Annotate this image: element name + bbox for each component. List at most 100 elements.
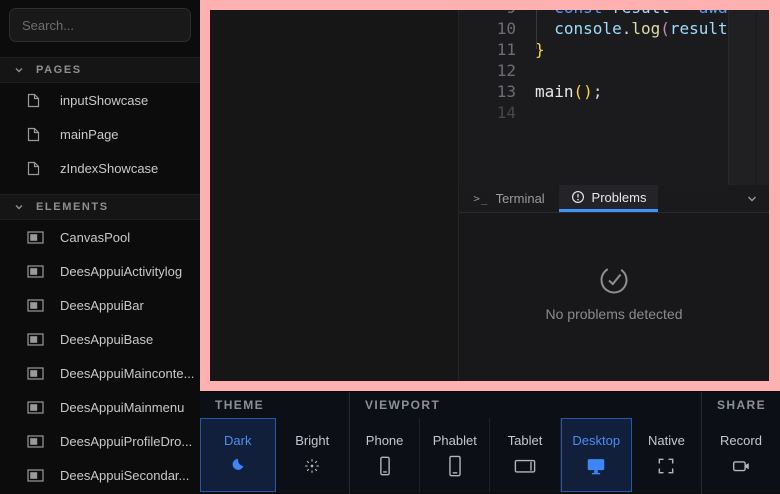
sidebar-section-pages[interactable]: PAGES xyxy=(0,57,200,83)
file-icon xyxy=(27,127,45,142)
code-line: 13 main(); xyxy=(459,81,728,102)
sidebar-item-deesappuimainmenu[interactable]: DeesAppuiMainmenu xyxy=(0,390,200,424)
search-input[interactable] xyxy=(9,8,191,42)
tab-label: Terminal xyxy=(496,191,545,206)
line-number: 11 xyxy=(459,39,516,60)
share-section-label: SHARE xyxy=(702,392,780,418)
sidebar-item-label: zIndexShowcase xyxy=(60,161,158,176)
search-wrapper xyxy=(0,0,200,42)
preview-frame: 9 const result = awa 10 console.log(resu… xyxy=(200,0,780,391)
panel-tab-bar: >_ Terminal Problems xyxy=(459,185,769,213)
sidebar-item-deesappuimainconte[interactable]: DeesAppuiMainconte... xyxy=(0,356,200,390)
button-label: Bright xyxy=(295,433,329,448)
sidebar-item-mainpage[interactable]: mainPage xyxy=(0,117,200,151)
line-number: 9 xyxy=(459,10,516,18)
code-line: 12 xyxy=(459,60,728,81)
no-problems-text: No problems detected xyxy=(546,306,683,322)
element-icon xyxy=(27,367,45,380)
button-label: Native xyxy=(648,433,685,448)
chevron-down-icon xyxy=(14,202,24,212)
bottom-toolbar: THEME Dark Bright xyxy=(200,391,780,493)
sidebar-item-label: inputShowcase xyxy=(60,93,148,108)
sidebar-item-canvaspool[interactable]: CanvasPool xyxy=(0,220,200,254)
element-icon xyxy=(27,469,45,482)
sidebar: PAGES inputShowcase mainPage zIndexShowc… xyxy=(0,0,200,493)
viewport-phone-button[interactable]: Phone xyxy=(350,418,420,492)
preview-canvas[interactable] xyxy=(210,10,459,381)
element-icon xyxy=(27,435,45,448)
alert-circle-icon xyxy=(571,190,585,204)
theme-dark-button[interactable]: Dark xyxy=(200,418,276,492)
toolbar-section-theme: THEME Dark Bright xyxy=(200,392,350,494)
code-editor[interactable]: 9 const result = awa 10 console.log(resu… xyxy=(459,10,769,185)
line-number: 14 xyxy=(459,102,516,123)
sidebar-item-label: DeesAppuiMainconte... xyxy=(60,366,194,381)
theme-section-label: THEME xyxy=(200,392,349,418)
section-label: PAGES xyxy=(36,64,82,76)
chevron-down-icon xyxy=(14,65,24,75)
editor-scrollbar[interactable] xyxy=(728,10,769,185)
viewport-native-button[interactable]: Native xyxy=(632,418,701,492)
element-icon xyxy=(27,231,45,244)
section-label: ELEMENTS xyxy=(36,201,109,213)
share-record-button[interactable]: Record xyxy=(702,418,780,492)
sidebar-item-label: DeesAppuiBase xyxy=(60,332,153,347)
tab-problems[interactable]: Problems xyxy=(559,185,658,212)
toolbar-section-share: SHARE Record xyxy=(702,392,780,494)
terminal-prompt-icon: >_ xyxy=(473,192,488,205)
problems-panel: No problems detected xyxy=(459,213,769,381)
tablet-icon xyxy=(513,455,537,477)
line-number: 10 xyxy=(459,18,516,39)
code-text: } xyxy=(516,39,545,60)
sidebar-item-label: DeesAppuiActivitylog xyxy=(60,264,182,279)
sidebar-item-inputshowcase[interactable]: inputShowcase xyxy=(0,83,200,117)
monitor-icon xyxy=(585,455,607,477)
sidebar-section-elements[interactable]: ELEMENTS xyxy=(0,194,200,220)
sidebar-item-deesappuiprofiledro[interactable]: DeesAppuiProfileDro... xyxy=(0,424,200,458)
panel-collapse-chevron-icon[interactable] xyxy=(745,192,759,206)
element-icon xyxy=(27,401,45,414)
preview-content: 9 const result = awa 10 console.log(resu… xyxy=(210,10,769,381)
code-text xyxy=(516,102,535,123)
sidebar-item-label: mainPage xyxy=(60,127,119,142)
check-circle-icon xyxy=(597,263,631,297)
sidebar-item-label: CanvasPool xyxy=(60,230,130,245)
button-label: Record xyxy=(720,433,762,448)
tab-terminal[interactable]: >_ Terminal xyxy=(459,185,559,212)
viewport-section-label: VIEWPORT xyxy=(350,392,701,418)
code-line: 10 console.log(result xyxy=(459,18,728,39)
sidebar-item-label: DeesAppuiProfileDro... xyxy=(60,434,192,449)
viewport-phablet-button[interactable]: Phablet xyxy=(420,418,490,492)
sidebar-item-label: DeesAppuiSecondar... xyxy=(60,468,189,483)
sidebar-item-deesappuibase[interactable]: DeesAppuiBase xyxy=(0,322,200,356)
viewport-desktop-button[interactable]: Desktop xyxy=(561,418,632,492)
element-icon xyxy=(27,265,45,278)
viewport-tablet-button[interactable]: Tablet xyxy=(490,418,560,492)
sidebar-item-deesappuiactivitylog[interactable]: DeesAppuiActivitylog xyxy=(0,254,200,288)
line-number: 13 xyxy=(459,81,516,102)
sun-icon xyxy=(303,455,321,477)
moon-icon xyxy=(229,455,247,477)
fullscreen-icon xyxy=(656,455,676,477)
element-icon xyxy=(27,333,45,346)
button-label: Phablet xyxy=(433,433,477,448)
phablet-icon xyxy=(444,455,466,477)
button-label: Dark xyxy=(224,433,251,448)
sidebar-item-deesappuisecondar[interactable]: DeesAppuiSecondar... xyxy=(0,458,200,492)
tab-label: Problems xyxy=(592,190,647,205)
sidebar-item-label: DeesAppuiBar xyxy=(60,298,144,313)
indent-guide xyxy=(536,10,537,49)
sidebar-item-deesappuibar[interactable]: DeesAppuiBar xyxy=(0,288,200,322)
code-line: 14 xyxy=(459,102,728,123)
code-line: 11 } xyxy=(459,39,728,60)
button-label: Phone xyxy=(366,433,404,448)
code-text xyxy=(516,60,535,81)
sidebar-item-zindexshowcase[interactable]: zIndexShowcase xyxy=(0,151,200,185)
file-icon xyxy=(27,161,45,176)
editor-column: 9 const result = awa 10 console.log(resu… xyxy=(459,10,769,381)
theme-bright-button[interactable]: Bright xyxy=(276,418,350,492)
video-camera-icon xyxy=(730,455,752,477)
element-icon xyxy=(27,299,45,312)
button-label: Desktop xyxy=(572,433,620,448)
file-icon xyxy=(27,93,45,108)
